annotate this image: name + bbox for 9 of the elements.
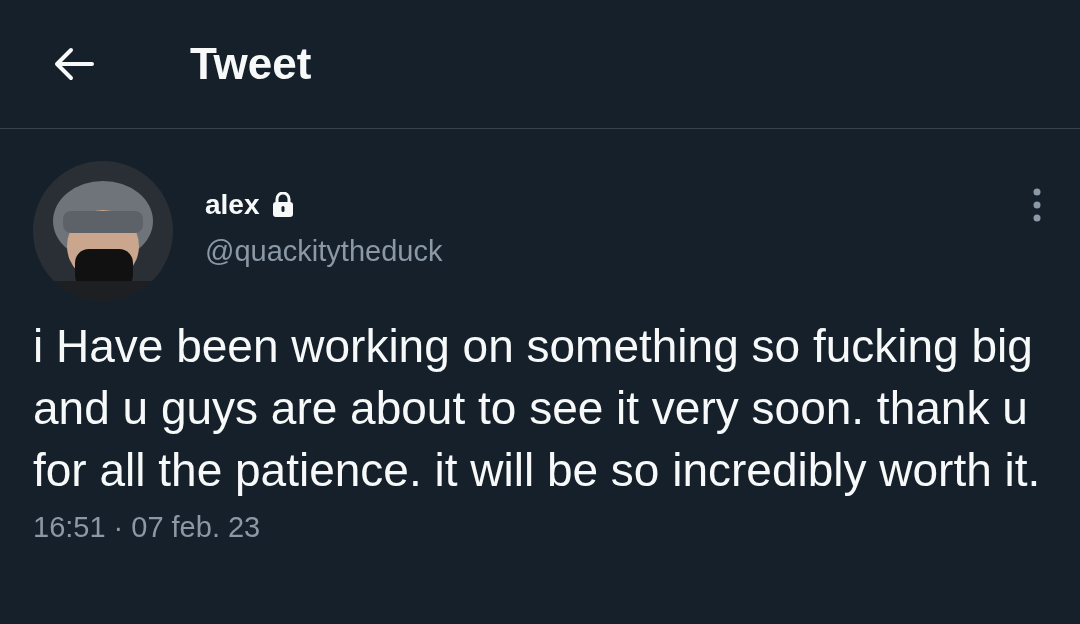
page-title: Tweet (190, 39, 312, 89)
tweet-time[interactable]: 16:51 (33, 511, 106, 544)
more-icon (1033, 188, 1041, 222)
separator: · (113, 511, 124, 544)
author-name[interactable]: alex (205, 189, 260, 221)
author-handle[interactable]: @quackitytheduck (205, 235, 1027, 268)
back-arrow-icon (54, 47, 94, 81)
tweet-date[interactable]: 07 feb. 23 (131, 511, 261, 544)
tweet-text: i Have been working on something so fucking big and u guys are about to see it very soon. thank u for all the patience. it will be so incredibly worth it. (33, 319, 1042, 498)
